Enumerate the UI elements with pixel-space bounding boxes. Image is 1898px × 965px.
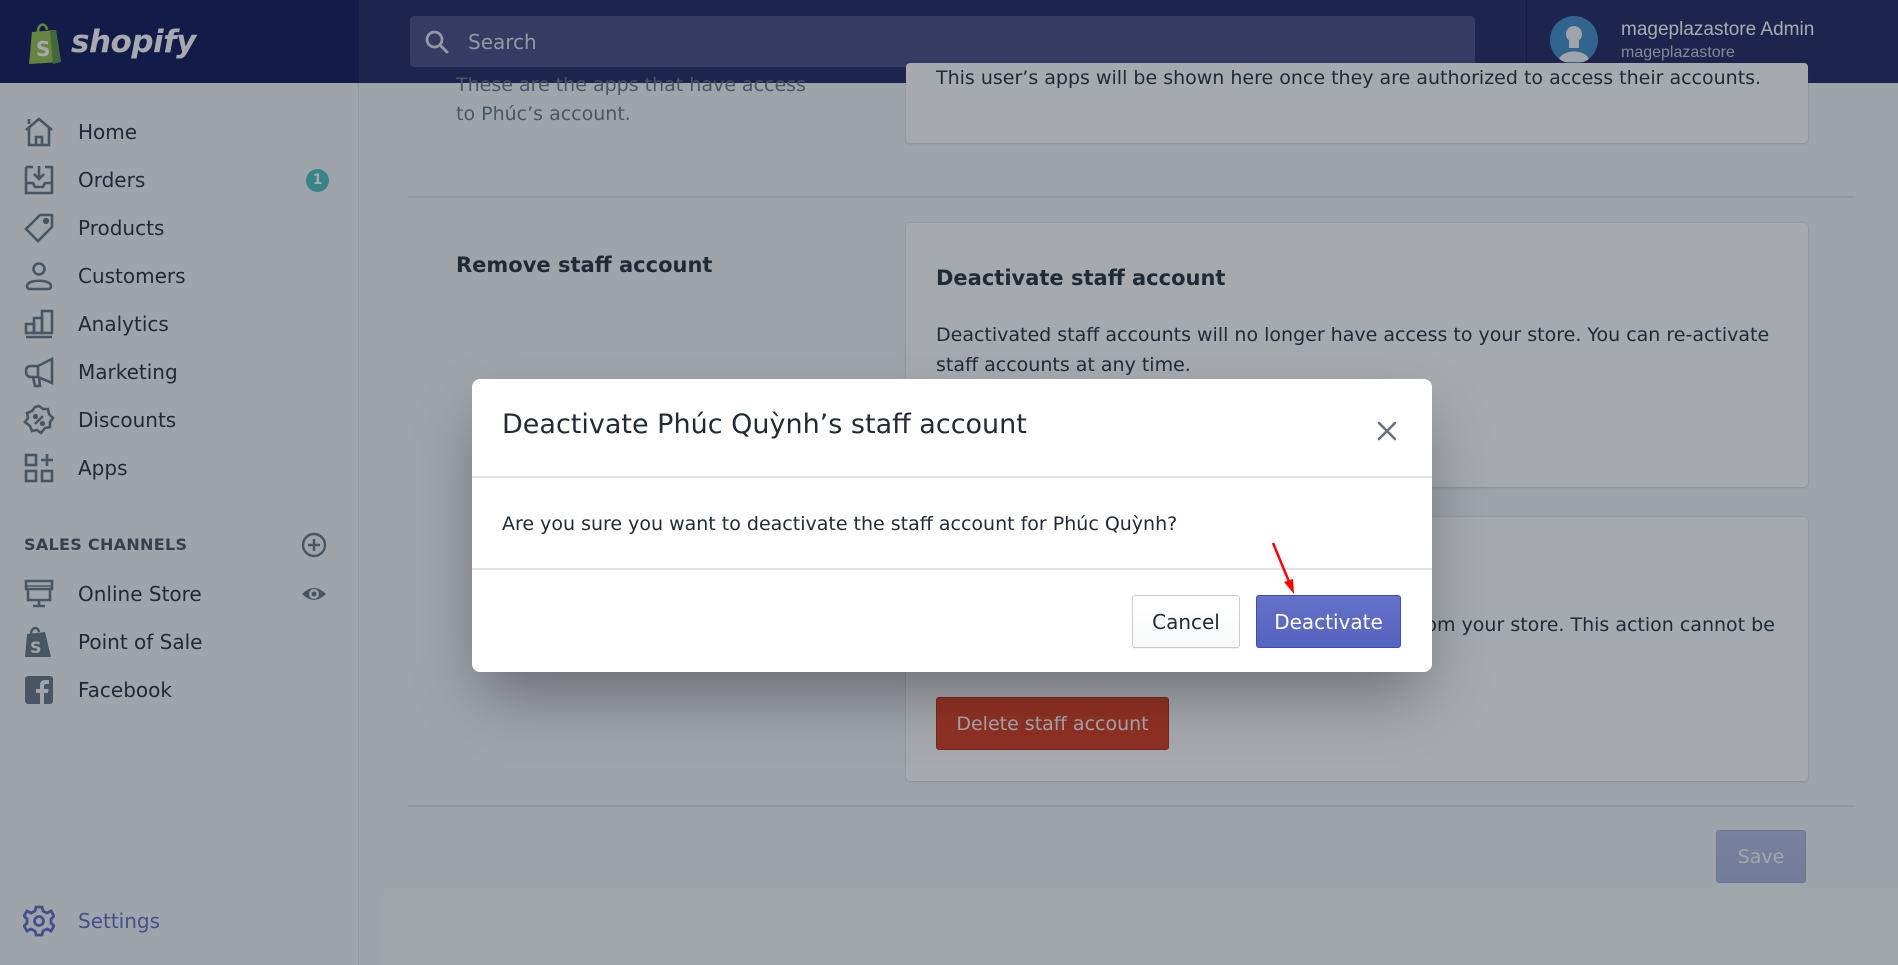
modal-header-divider bbox=[472, 476, 1432, 478]
modal-body-text: Are you sure you want to deactivate the … bbox=[502, 513, 1178, 535]
modal-title: Deactivate Phúc Quỳnh’s staff account bbox=[502, 409, 1027, 440]
close-icon[interactable] bbox=[1375, 419, 1399, 443]
modal-footer-divider bbox=[472, 568, 1432, 570]
deactivate-confirm-modal: Deactivate Phúc Quỳnh’s staff account Ar… bbox=[472, 379, 1432, 672]
cancel-button[interactable]: Cancel bbox=[1132, 595, 1240, 648]
deactivate-button[interactable]: Deactivate bbox=[1256, 595, 1401, 648]
